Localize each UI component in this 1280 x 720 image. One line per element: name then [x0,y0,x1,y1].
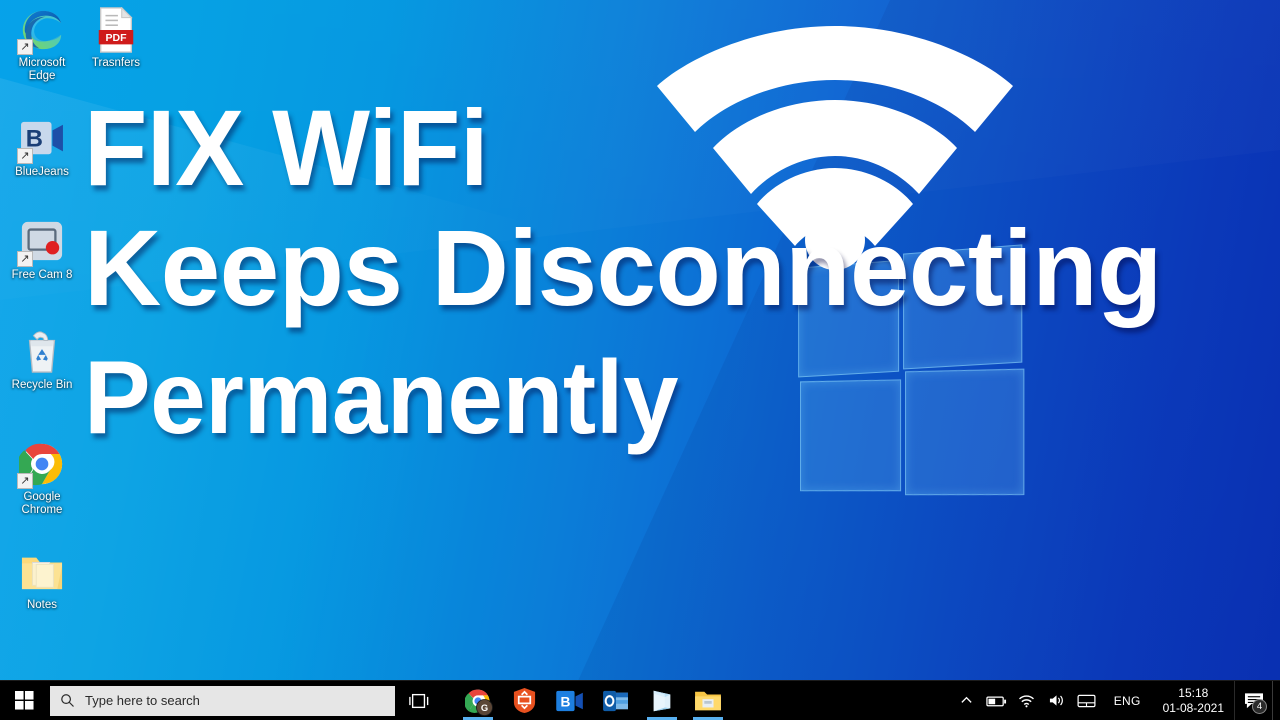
battery-button[interactable] [982,681,1012,720]
search-input[interactable]: Type here to search [50,685,395,716]
windows-logo-watermark [798,244,1028,502]
system-tray: ENG 15:18 01-08-2021 4 [952,680,1280,720]
desktop-icon-recycle-bin[interactable]: Recycle Bin [4,328,80,392]
desktop-icon-label: Recycle Bin [11,379,73,391]
clock[interactable]: 15:18 01-08-2021 [1153,686,1234,716]
file-explorer-icon [695,691,721,710]
touchpad-button[interactable] [1072,681,1102,720]
running-indicator [693,716,723,720]
start-button[interactable] [0,681,48,720]
desktop-icon-label: Notes [26,599,58,611]
taskbar-app-bluejeans[interactable]: B [547,681,593,720]
desktop-icon-label: Free Cam 8 [11,269,73,281]
shortcut-overlay-icon: ↗ [17,251,33,267]
svg-text:PDF: PDF [105,32,127,44]
desktop-icon-google-chrome[interactable]: ↗ Google Chrome [4,440,80,517]
task-view-icon [409,693,429,708]
shield-icon [513,688,535,713]
folder-icon [18,548,66,596]
chevron-up-icon [961,696,972,703]
wallpaper-ray-upper [0,0,1280,300]
svg-text:G: G [481,702,488,712]
windows-start-icon [14,691,34,710]
bluejeans-icon: B ↗ [17,115,66,164]
taskbar-app-outlook[interactable] [593,681,639,720]
battery-icon [986,696,1007,706]
headline-line-1: FIX WiFi [84,87,489,208]
running-indicator [463,716,493,720]
pdf-file-icon: PDF [92,6,140,54]
running-indicator [647,716,677,720]
desktop-icon-bluejeans[interactable]: B ↗ BlueJeans [4,115,80,179]
taskbar-app-google-chrome[interactable]: G [455,681,501,720]
clock-time: 15:18 [1178,685,1209,700]
chrome-profile-badge-icon: G [476,698,493,716]
wifi-signal-icon [657,26,1013,270]
desktop-icon-notes[interactable]: Notes [4,548,80,612]
recycle-bin-icon [18,328,66,376]
show-desktop-button[interactable] [1272,680,1280,720]
svg-text:B: B [560,694,570,709]
notification-center-button[interactable]: 4 [1234,680,1272,720]
headline-line-3: Permanently [84,340,679,456]
shortcut-overlay-icon: ↗ [17,473,33,489]
volume-button[interactable] [1042,681,1072,720]
taskbar-app-antivirus[interactable] [501,681,547,720]
onenote-icon [653,690,671,711]
desktop-icon-label: Trasnfers [91,57,141,69]
free-cam-8-icon: ↗ [17,218,66,267]
google-chrome-icon: ↗ [17,440,66,489]
desktop-icon-trasnfers[interactable]: PDF Trasnfers [78,6,154,70]
desktop-icon-free-cam-8[interactable]: ↗ Free Cam 8 [4,218,80,282]
touchpad-icon [1077,694,1096,707]
speaker-icon [1050,695,1064,706]
taskbar-app-file-explorer[interactable] [685,681,731,720]
desktop-icon-microsoft-edge[interactable]: ↗ Microsoft Edge [4,6,80,83]
notification-count-badge: 4 [1252,698,1267,714]
desktop-icon-label: Microsoft Edge [18,57,66,82]
wallpaper-ray-lower [0,78,1280,720]
shortcut-overlay-icon: ↗ [17,148,33,164]
desktop-icon-label: BlueJeans [15,166,69,178]
taskbar-app-onenote[interactable] [639,681,685,720]
wifi-icon [1019,694,1035,707]
bluejeans-icon: B [556,690,583,711]
search-icon [61,694,74,707]
clock-date: 01-08-2021 [1162,700,1224,715]
desktop-screen: ↗ Microsoft Edge PDF Trasnfers B ↗ BlueJ… [0,0,1280,720]
outlook-icon [603,690,628,711]
microsoft-edge-icon: ↗ [17,6,66,55]
desktop-icon-label: Google Chrome [21,491,63,516]
task-view-button[interactable] [395,681,443,720]
search-placeholder: Type here to search [85,693,200,708]
language-indicator[interactable]: ENG [1102,694,1153,708]
show-hidden-icons-button[interactable] [952,681,982,720]
taskbar-app-list: G B [455,681,731,720]
shortcut-overlay-icon: ↗ [17,39,33,55]
taskbar: Type here to search G B ENG 15:18 01-08-… [0,680,1280,720]
wifi-button[interactable] [1012,681,1042,720]
